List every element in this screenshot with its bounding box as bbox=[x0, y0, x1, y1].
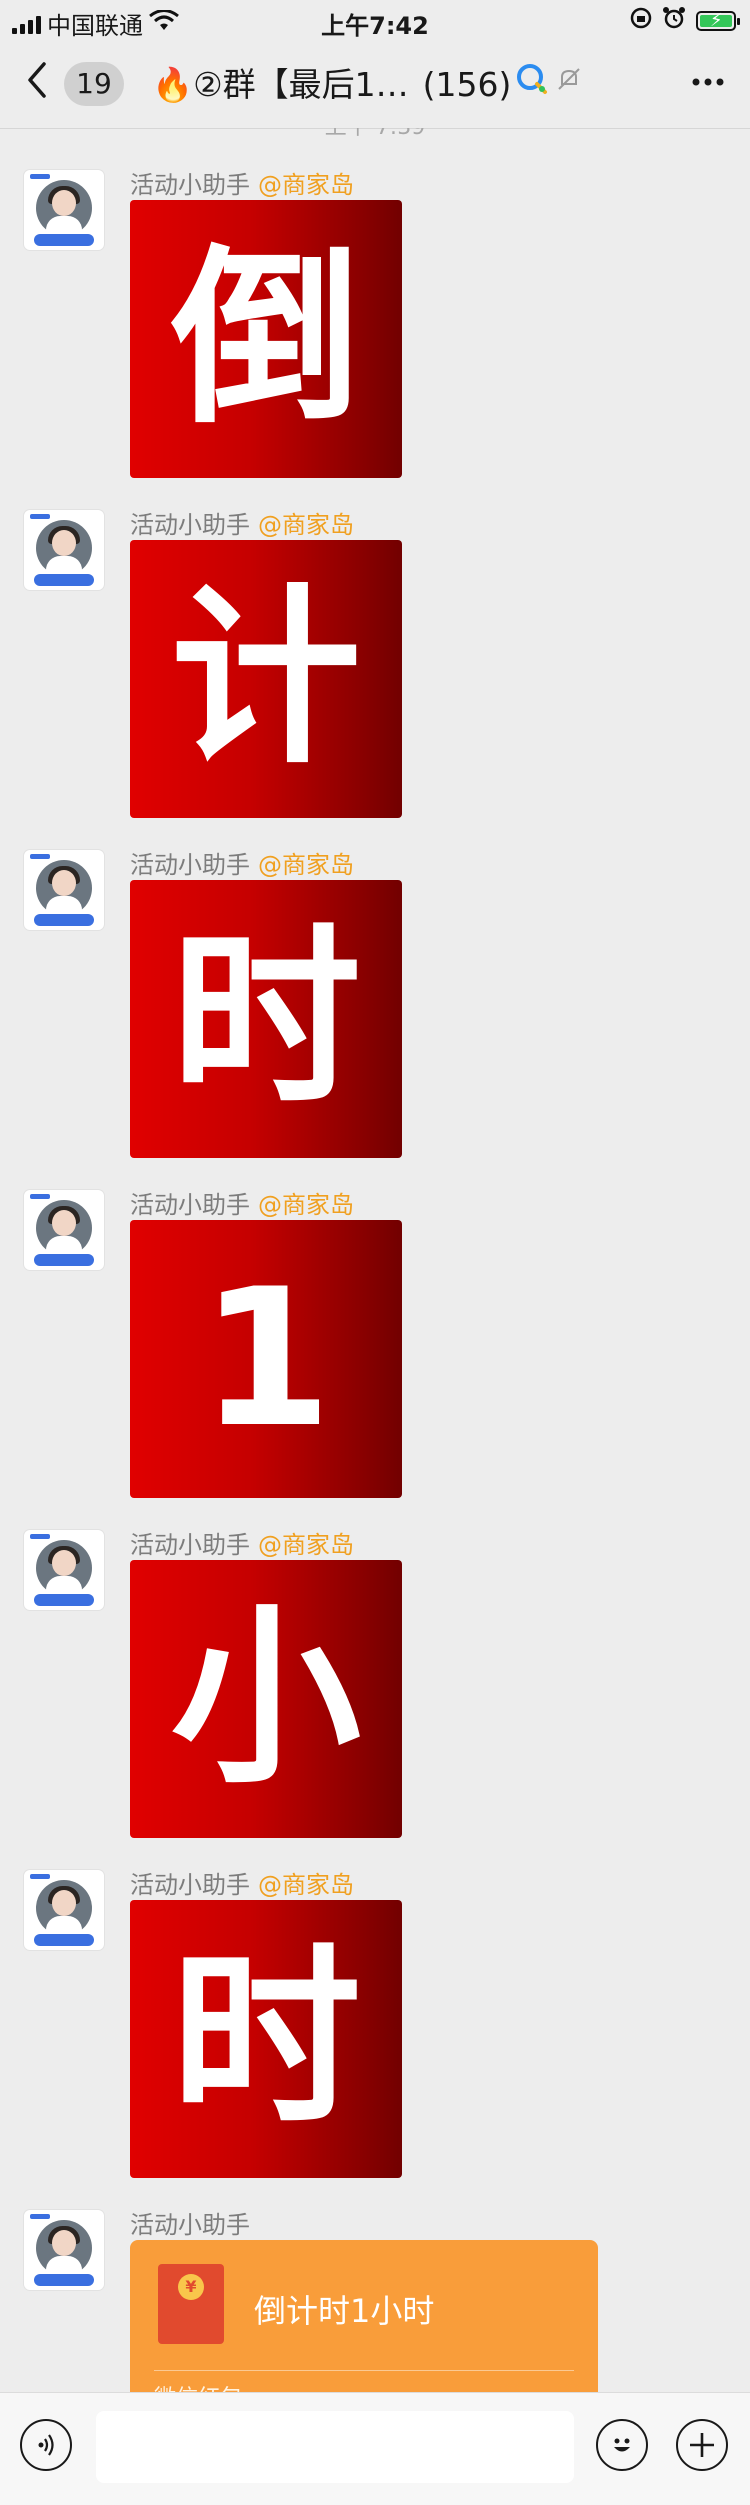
avatar[interactable] bbox=[24, 1190, 104, 1270]
avatar[interactable] bbox=[24, 2210, 104, 2290]
red-packet-icon: ¥ bbox=[158, 2264, 224, 2344]
countdown-glyph: 时 bbox=[170, 908, 361, 1129]
sender-name: 活动小助手 bbox=[130, 1191, 250, 1219]
image-message[interactable]: 时 bbox=[130, 1900, 402, 2178]
sender-line: 活动小助手 @商家岛 bbox=[130, 510, 354, 540]
countdown-glyph: 1 bbox=[199, 1248, 333, 1469]
back-icon[interactable] bbox=[26, 60, 48, 108]
red-packet-divider bbox=[154, 2370, 574, 2371]
chat-header: 19 🔥②群【最后1… (156) bbox=[0, 40, 750, 129]
mention-tag[interactable]: @商家岛 bbox=[258, 1531, 354, 1559]
plus-icon[interactable] bbox=[676, 2419, 728, 2471]
countdown-glyph: 小 bbox=[170, 1588, 361, 1809]
countdown-glyph: 时 bbox=[170, 1928, 361, 2149]
sender-name: 活动小助手 bbox=[130, 2211, 250, 2239]
avatar[interactable] bbox=[24, 1530, 104, 1610]
sender-line: 活动小助手 @商家岛 bbox=[130, 850, 354, 880]
battery-icon: ⚡ bbox=[696, 10, 740, 31]
status-right: ⚡ bbox=[630, 6, 740, 36]
more-icon[interactable] bbox=[688, 62, 728, 111]
sender-line: 活动小助手 @商家岛 bbox=[130, 1190, 354, 1220]
chat-title[interactable]: 🔥②群【最后1… (156) bbox=[152, 62, 622, 107]
sender-name: 活动小助手 bbox=[130, 511, 250, 539]
emoji-icon[interactable] bbox=[596, 2419, 648, 2471]
image-message[interactable]: 倒 bbox=[130, 200, 402, 478]
red-packet-message[interactable]: ¥ 倒计时1小时 微信红包 bbox=[130, 2240, 598, 2410]
countdown-glyph: 倒 bbox=[170, 228, 361, 449]
unread-count-badge[interactable]: 19 bbox=[64, 62, 124, 106]
avatar[interactable] bbox=[24, 850, 104, 930]
avatar[interactable] bbox=[24, 1870, 104, 1950]
alarm-icon bbox=[662, 6, 686, 36]
avatar[interactable] bbox=[24, 170, 104, 250]
enterprise-group-icon bbox=[515, 62, 549, 107]
mute-bell-icon bbox=[555, 63, 583, 107]
status-bar: 中国联通 上午7:42 ⚡ bbox=[0, 0, 750, 40]
image-message[interactable]: 时 bbox=[130, 880, 402, 1158]
sender-line: 活动小助手 bbox=[130, 2210, 250, 2240]
message-input[interactable] bbox=[96, 2411, 574, 2483]
chat-title-text: 🔥②群【最后1… bbox=[152, 64, 409, 104]
mention-tag[interactable]: @商家岛 bbox=[258, 511, 354, 539]
image-message[interactable]: 计 bbox=[130, 540, 402, 818]
sender-name: 活动小助手 bbox=[130, 171, 250, 199]
mention-tag[interactable]: @商家岛 bbox=[258, 1871, 354, 1899]
sender-line: 活动小助手 @商家岛 bbox=[130, 1870, 354, 1900]
member-count: (156) bbox=[422, 64, 512, 104]
avatar[interactable] bbox=[24, 510, 104, 590]
image-message[interactable]: 1 bbox=[130, 1220, 402, 1498]
chat-timestamp: 上午 7:39 bbox=[0, 128, 750, 140]
mention-tag[interactable]: @商家岛 bbox=[258, 851, 354, 879]
mention-tag[interactable]: @商家岛 bbox=[258, 1191, 354, 1219]
sender-line: 活动小助手 @商家岛 bbox=[130, 170, 354, 200]
voice-icon[interactable] bbox=[20, 2419, 72, 2471]
sender-name: 活动小助手 bbox=[130, 1531, 250, 1559]
countdown-glyph: 计 bbox=[170, 568, 361, 789]
mention-tag[interactable]: @商家岛 bbox=[258, 171, 354, 199]
input-bar bbox=[0, 2392, 750, 2505]
image-message[interactable]: 小 bbox=[130, 1560, 402, 1838]
red-packet-title: 倒计时1小时 bbox=[254, 2292, 435, 2330]
sender-line: 活动小助手 @商家岛 bbox=[130, 1530, 354, 1560]
sender-name: 活动小助手 bbox=[130, 851, 250, 879]
sender-name: 活动小助手 bbox=[130, 1871, 250, 1899]
orientation-lock-icon bbox=[630, 7, 652, 35]
